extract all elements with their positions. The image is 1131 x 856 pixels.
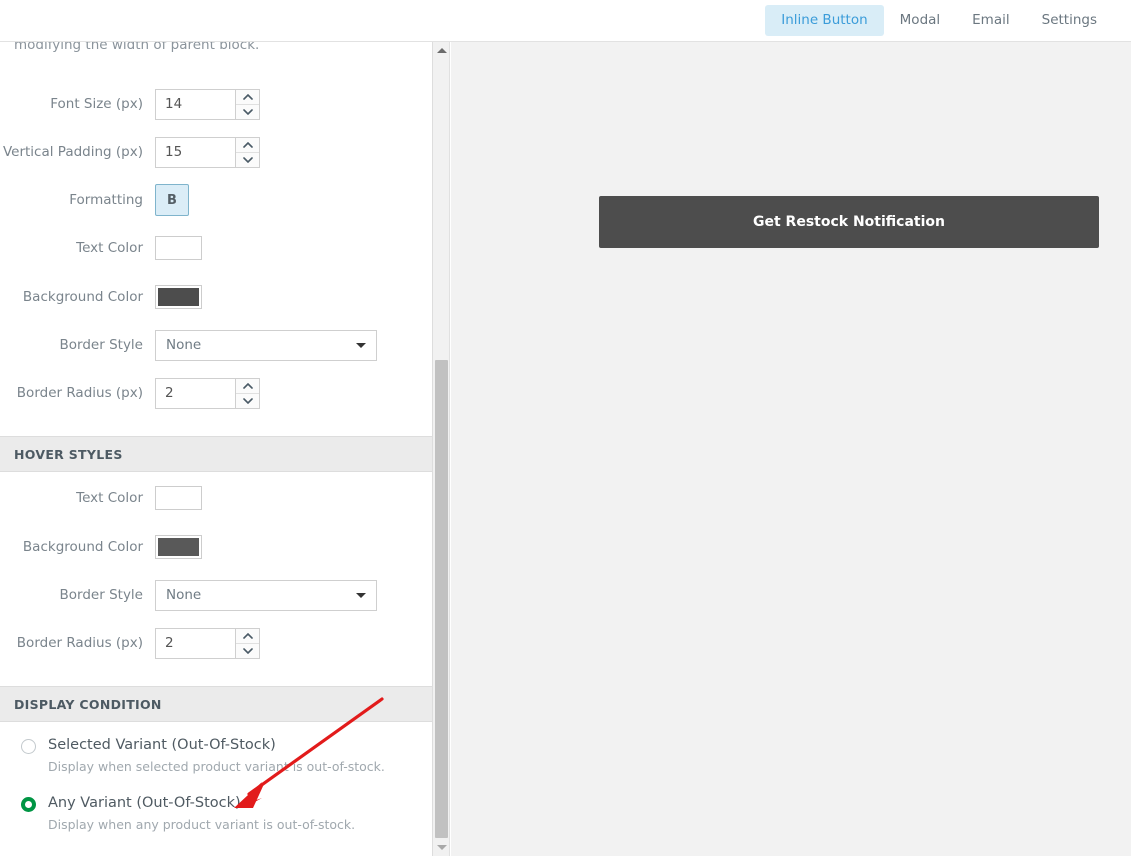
tab-modal-label: Modal xyxy=(899,12,941,28)
preview-restock-button-label: Get Restock Notification xyxy=(753,214,945,230)
vertical-padding-spinner[interactable] xyxy=(155,136,260,168)
tab-email[interactable]: Email xyxy=(956,5,1025,36)
tab-settings[interactable]: Settings xyxy=(1026,5,1113,36)
triangle-down-icon xyxy=(436,845,447,850)
tab-email-label: Email xyxy=(972,12,1010,28)
radio-any-variant-label: Any Variant (Out-Of-Stock) xyxy=(48,795,241,811)
bold-icon: B xyxy=(167,192,177,208)
radio-any-variant-description: Display when any product variant is out-… xyxy=(48,817,356,832)
radio-selected-variant-description: Display when selected product variant is… xyxy=(48,759,385,774)
tab-inline-button[interactable]: Inline Button xyxy=(765,5,884,36)
tab-modal[interactable]: Modal xyxy=(884,5,957,36)
border-radius-decrement-button[interactable] xyxy=(236,394,259,408)
radio-any-variant-mark[interactable] xyxy=(21,797,36,812)
field-formatting: Formatting B xyxy=(0,183,432,217)
hover-text-color-swatch[interactable] xyxy=(155,486,202,510)
field-hover-text-color: Text Color xyxy=(0,481,432,515)
field-hover-border-radius-label: Border Radius (px) xyxy=(16,635,143,651)
preview-restock-button[interactable]: Get Restock Notification xyxy=(599,196,1099,248)
field-hover-border-style: Border Style None xyxy=(0,578,432,612)
section-header-hover-styles: HOVER STYLES xyxy=(0,436,432,472)
chevron-down-icon xyxy=(242,397,253,404)
border-style-select[interactable]: None xyxy=(155,329,377,361)
vertical-padding-spin-buttons xyxy=(235,136,260,168)
hover-border-style-select[interactable]: None xyxy=(155,579,377,611)
font-size-spinner[interactable] xyxy=(155,88,260,120)
field-hover-border-radius: Border Radius (px) xyxy=(0,626,432,660)
radio-option-selected-variant[interactable]: Selected Variant (Out-Of-Stock) Display … xyxy=(0,736,432,775)
field-text-color-label: Text Color xyxy=(76,240,143,256)
field-vertical-padding-label: Vertical Padding (px) xyxy=(2,144,143,160)
section-header-display-condition: DISPLAY CONDITION xyxy=(0,686,432,722)
hover-border-radius-spinner[interactable] xyxy=(155,627,260,659)
chevron-up-icon xyxy=(242,632,253,639)
field-border-style: Border Style None xyxy=(0,328,432,362)
vertical-padding-increment-button[interactable] xyxy=(236,138,259,153)
chevron-down-icon xyxy=(242,156,253,163)
field-hover-background-color-label: Background Color xyxy=(22,539,143,555)
field-vertical-padding: Vertical Padding (px) xyxy=(0,135,432,169)
tab-settings-label: Settings xyxy=(1041,12,1097,28)
background-color-fill xyxy=(158,288,199,306)
tab-inline-button-label: Inline Button xyxy=(781,12,868,28)
hover-border-radius-input[interactable] xyxy=(155,627,235,659)
font-size-decrement-button[interactable] xyxy=(236,105,259,119)
border-radius-increment-button[interactable] xyxy=(236,379,259,394)
field-font-size: Font Size (px) xyxy=(0,87,432,121)
top-header-bar: Inline Button Modal Email Settings xyxy=(0,0,1131,42)
chevron-up-icon xyxy=(242,382,253,389)
hover-background-color-swatch[interactable] xyxy=(155,535,202,559)
font-size-spin-buttons xyxy=(235,88,260,120)
field-text-color: Text Color xyxy=(0,231,432,265)
chevron-down-icon xyxy=(242,647,253,654)
hover-border-radius-spin-buttons xyxy=(235,627,260,659)
chevron-up-icon xyxy=(242,141,253,148)
field-border-style-label: Border Style xyxy=(59,337,143,353)
chevron-down-icon xyxy=(356,593,366,598)
scrollbar-thumb[interactable] xyxy=(435,360,448,838)
tab-bar: Inline Button Modal Email Settings xyxy=(765,5,1113,36)
font-size-input[interactable] xyxy=(155,88,235,120)
chevron-down-icon xyxy=(356,343,366,348)
vertical-padding-decrement-button[interactable] xyxy=(236,153,259,167)
border-style-value: None xyxy=(166,337,202,353)
hover-border-style-value: None xyxy=(166,587,202,603)
text-color-swatch[interactable] xyxy=(155,236,202,260)
hover-border-radius-increment-button[interactable] xyxy=(236,629,259,644)
background-color-swatch[interactable] xyxy=(155,285,202,309)
border-radius-spin-buttons xyxy=(235,377,260,409)
field-background-color: Background Color xyxy=(0,280,432,314)
triangle-up-icon xyxy=(436,48,447,53)
field-font-size-label: Font Size (px) xyxy=(50,96,143,112)
field-hover-text-color-label: Text Color xyxy=(76,490,143,506)
vertical-padding-input[interactable] xyxy=(155,136,235,168)
font-size-increment-button[interactable] xyxy=(236,90,259,105)
field-background-color-label: Background Color xyxy=(22,289,143,305)
hover-text-color-fill xyxy=(158,489,199,507)
field-border-radius-label: Border Radius (px) xyxy=(16,385,143,401)
display-condition-title: DISPLAY CONDITION xyxy=(14,696,162,712)
field-border-radius: Border Radius (px) xyxy=(0,376,432,410)
hover-border-radius-decrement-button[interactable] xyxy=(236,644,259,658)
radio-option-any-variant[interactable]: Any Variant (Out-Of-Stock) Display when … xyxy=(0,794,432,833)
border-radius-input[interactable] xyxy=(155,377,235,409)
field-formatting-label: Formatting xyxy=(69,192,143,208)
settings-panel-scrollbar[interactable] xyxy=(433,42,450,856)
border-radius-spinner[interactable] xyxy=(155,377,260,409)
settings-panel: modifying the width of parent block. Fon… xyxy=(0,42,433,856)
bold-toggle-button[interactable]: B xyxy=(155,184,189,216)
chevron-down-icon xyxy=(242,108,253,115)
hover-background-color-fill xyxy=(158,538,199,556)
radio-selected-variant-label: Selected Variant (Out-Of-Stock) xyxy=(48,737,276,753)
chevron-up-icon xyxy=(242,93,253,100)
intro-help-text: modifying the width of parent block. xyxy=(14,42,260,53)
preview-panel: Get Restock Notification xyxy=(451,42,1131,856)
radio-selected-variant-mark[interactable] xyxy=(21,739,36,754)
field-hover-border-style-label: Border Style xyxy=(59,587,143,603)
field-hover-background-color: Background Color xyxy=(0,530,432,564)
scrollbar-down-button[interactable] xyxy=(433,839,450,856)
hover-styles-title: HOVER STYLES xyxy=(14,446,123,462)
scrollbar-up-button[interactable] xyxy=(433,42,450,59)
text-color-fill xyxy=(158,239,199,257)
